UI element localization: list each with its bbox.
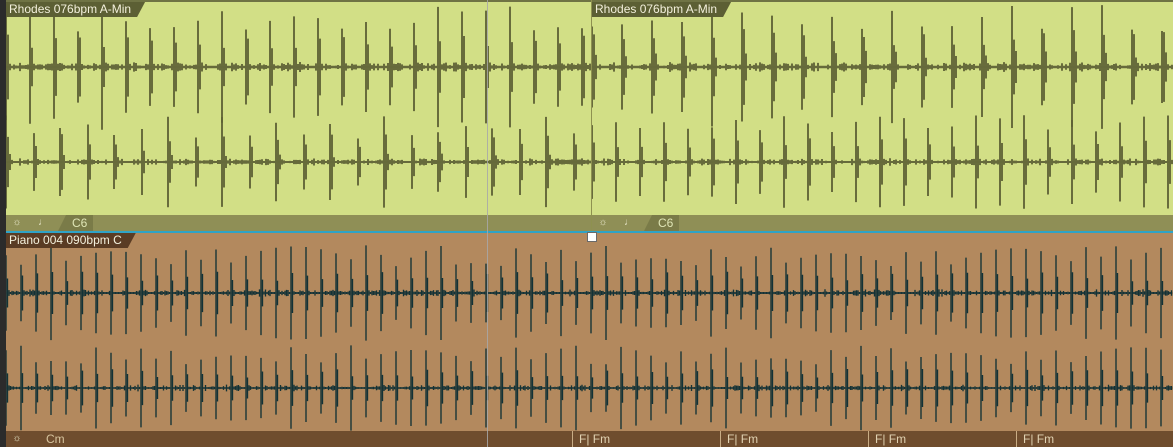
chord-marker-chord: Fm: [888, 432, 907, 446]
chord-marker-4[interactable]: F| Fm: [1016, 431, 1054, 447]
chord-marker-chord: Fm: [592, 432, 611, 446]
chord-marker-chord: Fm: [740, 432, 759, 446]
waveform-bottom: [592, 115, 1173, 209]
chord-marker-label: F: [875, 432, 883, 446]
quantize-icon[interactable]: ♩: [36, 215, 50, 231]
piano-track-lane: Piano 004 090bpm C ☼ Cm F| Fm F| Fm F| F…: [0, 231, 1173, 447]
piano-clip[interactable]: Piano 004 090bpm C ☼ Cm F| Fm F| Fm F| F…: [6, 231, 1173, 447]
chord-marker-3[interactable]: F| Fm: [868, 431, 906, 447]
clip-title: Rhodes 076bpm A-Min: [592, 2, 731, 17]
chord-marker-1[interactable]: F| Fm: [572, 431, 610, 447]
waveform-bottom: [6, 115, 591, 209]
rhodes-track-lane: Rhodes 076bpm A-Min ☼ ♩ C6 Rhodes 076bpm…: [0, 0, 1173, 231]
root-key-label[interactable]: C6: [58, 215, 94, 231]
clip-title: Rhodes 076bpm A-Min: [6, 2, 145, 17]
settings-icon[interactable]: ☼: [10, 431, 24, 447]
clip-footer: ☼ ♩ C6: [592, 215, 1173, 231]
chord-marker-chord: Fm: [1036, 432, 1055, 446]
rhodes-clip-2[interactable]: Rhodes 076bpm A-Min ☼ ♩ C6: [592, 0, 1173, 231]
loop-marker-handle[interactable]: [587, 232, 597, 242]
waveform-bottom: [6, 345, 1173, 431]
clip-title: Piano 004 090bpm C: [6, 233, 136, 248]
chord-marker-label: F: [727, 432, 735, 446]
waveform-top: [6, 245, 1173, 341]
chord-marker-label: F: [579, 432, 587, 446]
chord-marker-2[interactable]: F| Fm: [720, 431, 758, 447]
clip-footer: ☼ ♩ C6: [6, 215, 591, 231]
chord-marker-label: F: [1023, 432, 1031, 446]
clip-footer: ☼ Cm F| Fm F| Fm F| Fm F| Fm: [6, 431, 1173, 447]
rhodes-clip-1[interactable]: Rhodes 076bpm A-Min ☼ ♩ C6: [6, 0, 591, 231]
arrangement-view: Rhodes 076bpm A-Min ☼ ♩ C6 Rhodes 076bpm…: [0, 0, 1173, 447]
quantize-icon[interactable]: ♩: [622, 215, 636, 231]
chord-label[interactable]: Cm: [32, 431, 71, 447]
settings-icon[interactable]: ☼: [10, 215, 24, 231]
root-key-label[interactable]: C6: [644, 215, 680, 231]
clip-boundary: [591, 0, 592, 231]
settings-icon[interactable]: ☼: [596, 215, 610, 231]
